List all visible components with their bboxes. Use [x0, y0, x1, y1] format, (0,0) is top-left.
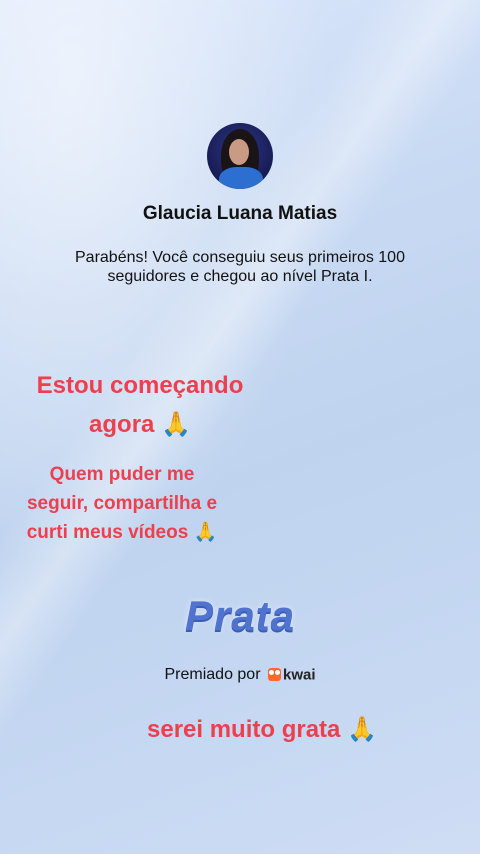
overlay-line: curti meus vídeos 🙏 [14, 518, 230, 547]
avatar[interactable] [207, 123, 273, 189]
overlay-text-follow-request: Quem puder me seguir, compartilha e curt… [14, 460, 230, 547]
awarded-by-label: Premiado por [164, 666, 261, 684]
overlay-text-grateful: serei muito grata 🙏 [147, 712, 407, 747]
achievement-message: Parabéns! Você conseguiu seus primeiros … [75, 249, 405, 285]
overlay-line-text: agora [89, 411, 155, 438]
kwai-icon [267, 668, 281, 682]
kwai-logo: kwai [267, 666, 316, 684]
avatar-body [219, 167, 263, 189]
profile-name: Glaucia Luana Matias [142, 203, 338, 224]
praying-hands-icon: 🙏 [193, 521, 218, 543]
praying-hands-icon: 🙏 [161, 410, 191, 438]
overlay-text-starting: Estou começando agora 🙏 [20, 367, 260, 444]
overlay-line: Quem puder me [49, 464, 195, 485]
overlay-line-text: serei muito grata [147, 716, 341, 743]
level-badge-title: Prata [184, 592, 296, 639]
overlay-line-text: curti meus vídeos [26, 522, 189, 543]
kwai-wordmark: kwai [282, 666, 316, 684]
overlay-line: agora 🙏 [20, 405, 260, 444]
overlay-line: seguir, compartilha e [26, 493, 218, 514]
praying-hands-icon: 🙏 [347, 715, 377, 743]
overlay-line: Estou começando [36, 372, 244, 399]
avatar-face [229, 139, 249, 165]
awarded-by: Premiado por kwai [0, 666, 480, 684]
